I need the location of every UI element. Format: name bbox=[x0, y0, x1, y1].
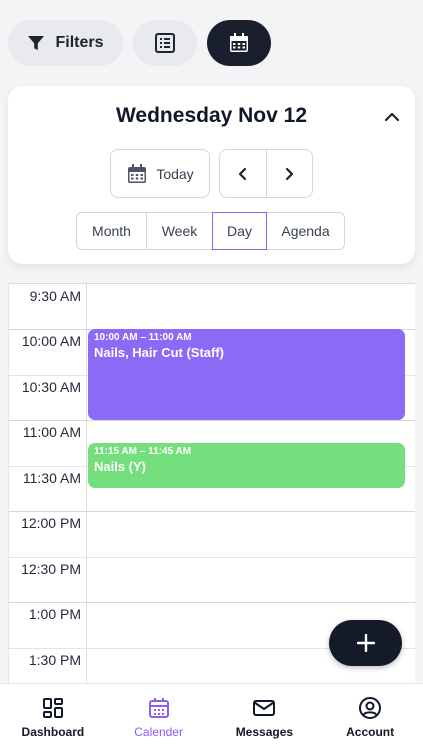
chevron-left-icon bbox=[238, 167, 246, 180]
date-header-card: Wednesday Nov 12 Today Month Week Day Ag… bbox=[8, 86, 415, 264]
time-label: 10:30 AM bbox=[21, 379, 81, 395]
calendar-screen: Filters Wednesday Nov 12 Today Month Wee… bbox=[0, 0, 423, 755]
view-day-button[interactable]: Day bbox=[212, 212, 267, 250]
time-label: 1:00 PM bbox=[28, 606, 81, 622]
event-time: 11:15 AM – 11:45 AM bbox=[94, 446, 192, 457]
top-toolbar: Filters bbox=[8, 20, 271, 66]
nav-label: Account bbox=[346, 725, 395, 739]
chevron-up-icon bbox=[384, 112, 400, 122]
calendar-icon bbox=[148, 698, 169, 718]
view-switcher: Month Week Day Agenda bbox=[76, 212, 345, 250]
collapse-button[interactable] bbox=[381, 106, 403, 128]
account-icon bbox=[359, 697, 382, 719]
event-card[interactable]: 10:00 AM – 11:00 AM Nails, Hair Cut (Sta… bbox=[88, 329, 405, 420]
nav-account[interactable]: Account bbox=[317, 684, 423, 755]
calendar-icon bbox=[128, 163, 147, 183]
time-label: 12:30 PM bbox=[21, 561, 81, 577]
time-label: 10:00 AM bbox=[21, 333, 81, 349]
grid-line bbox=[9, 557, 415, 558]
add-appointment-button[interactable] bbox=[329, 620, 402, 666]
list-view-icon bbox=[155, 33, 175, 53]
view-month-button[interactable]: Month bbox=[76, 212, 147, 250]
mail-icon bbox=[253, 700, 276, 716]
date-navigation bbox=[219, 149, 313, 198]
date-title: Wednesday Nov 12 bbox=[115, 104, 308, 127]
time-label: 1:30 PM bbox=[28, 652, 81, 668]
list-view-button[interactable] bbox=[133, 20, 197, 66]
grid-line bbox=[9, 511, 415, 512]
today-button[interactable]: Today bbox=[110, 149, 210, 198]
nav-label: Messages bbox=[235, 725, 294, 739]
nav-dashboard[interactable]: Dashboard bbox=[0, 684, 106, 755]
today-label: Today bbox=[156, 165, 194, 182]
nav-label: Calender bbox=[134, 725, 183, 739]
event-title: Nails (Y) bbox=[94, 459, 147, 474]
chevron-right-icon bbox=[286, 167, 294, 180]
event-title: Nails, Hair Cut (Staff) bbox=[94, 345, 225, 360]
time-label: 11:30 AM bbox=[22, 470, 81, 486]
previous-day-button[interactable] bbox=[220, 150, 266, 197]
calendar-view-icon bbox=[230, 33, 248, 52]
next-day-button[interactable] bbox=[265, 150, 313, 197]
nav-label: Dashboard bbox=[21, 725, 85, 739]
event-time: 10:00 AM – 11:00 AM bbox=[94, 332, 192, 343]
calendar-view-button[interactable] bbox=[207, 20, 271, 66]
dashboard-icon bbox=[42, 698, 63, 718]
nav-messages[interactable]: Messages bbox=[212, 684, 318, 755]
time-label: 11:00 AM bbox=[22, 424, 81, 440]
plus-icon bbox=[356, 634, 375, 652]
view-week-button[interactable]: Week bbox=[146, 212, 213, 250]
bottom-navigation: Dashboard Calender Messages Account bbox=[0, 683, 423, 755]
grid-line bbox=[9, 602, 415, 603]
nav-calender[interactable]: Calender bbox=[106, 684, 212, 755]
filter-icon bbox=[28, 36, 45, 50]
filters-button[interactable]: Filters bbox=[8, 20, 123, 66]
grid-line bbox=[9, 420, 415, 421]
time-label: 12:00 PM bbox=[21, 515, 81, 531]
event-card[interactable]: 11:15 AM – 11:45 AM Nails (Y) bbox=[88, 443, 405, 488]
filters-label: Filters bbox=[55, 34, 104, 51]
time-label: 9:30 AM bbox=[29, 288, 81, 304]
view-agenda-button[interactable]: Agenda bbox=[266, 212, 345, 250]
